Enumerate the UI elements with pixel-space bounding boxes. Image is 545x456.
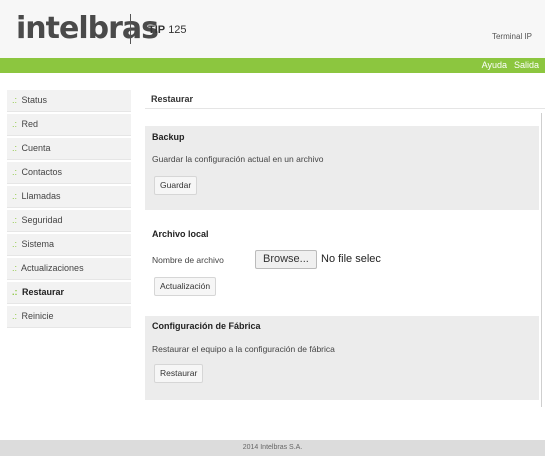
sidebar-item-cuenta[interactable]: .: Cuenta bbox=[7, 138, 131, 160]
sidebar: .: Status .: Red .: Cuenta .: Contactos … bbox=[7, 90, 131, 330]
model-number: 125 bbox=[168, 24, 187, 36]
sidebar-item-red[interactable]: .: Red bbox=[7, 114, 131, 136]
intelbras-logo: intelbras bbox=[16, 11, 159, 46]
help-link[interactable]: Ayuda bbox=[482, 60, 507, 70]
sidebar-bullet: .: bbox=[12, 191, 18, 201]
sidebar-item-seguridad[interactable]: .: Seguridad bbox=[7, 210, 131, 232]
file-name-label: Nombre de archivo bbox=[152, 255, 224, 265]
sidebar-bullet: .: bbox=[12, 287, 18, 297]
sidebar-bullet: .: bbox=[12, 167, 18, 177]
top-links: Ayuda Salida bbox=[475, 60, 539, 70]
local-file-panel: Archivo local Nombre de archivo Browse..… bbox=[145, 222, 539, 304]
sidebar-item-label: Llamadas bbox=[21, 191, 61, 201]
model-prefix: TIP bbox=[148, 24, 166, 36]
sidebar-item-label: Restaurar bbox=[22, 287, 65, 297]
sidebar-item-label: Red bbox=[21, 119, 39, 129]
backup-title: Backup bbox=[152, 132, 185, 142]
sidebar-bullet: .: bbox=[12, 215, 18, 225]
save-button[interactable]: Guardar bbox=[154, 176, 198, 195]
backup-panel: Backup Guardar la configuración actual e… bbox=[145, 126, 539, 210]
browse-button[interactable]: Browse... bbox=[255, 250, 317, 269]
page-title: Restaurar bbox=[145, 90, 545, 109]
sidebar-bullet: .: bbox=[12, 119, 18, 129]
sidebar-item-label: Sistema bbox=[21, 239, 55, 249]
exit-link[interactable]: Salida bbox=[514, 60, 539, 70]
sidebar-item-status[interactable]: .: Status bbox=[7, 90, 131, 112]
backup-description: Guardar la configuración actual en un ar… bbox=[152, 154, 324, 164]
local-file-title: Archivo local bbox=[152, 229, 209, 239]
sidebar-bullet: .: bbox=[12, 263, 18, 273]
header: intelbras TIP 125 Terminal IP bbox=[0, 0, 545, 58]
top-nav-bar bbox=[0, 58, 545, 73]
factory-description: Restaurar el equipo a la configuración d… bbox=[152, 344, 335, 354]
sidebar-item-label: Status bbox=[21, 95, 48, 105]
sidebar-bullet: .: bbox=[12, 95, 18, 105]
sidebar-bullet: .: bbox=[12, 239, 18, 249]
logo-divider bbox=[130, 14, 131, 44]
sidebar-item-label: Seguridad bbox=[21, 215, 63, 225]
footer: 2014 Intelbras S.A. bbox=[0, 440, 545, 456]
sidebar-item-llamadas[interactable]: .: Llamadas bbox=[7, 186, 131, 208]
sidebar-item-reinicie[interactable]: .: Reinicie bbox=[7, 306, 131, 328]
sidebar-item-label: Reinicie bbox=[21, 311, 54, 321]
sidebar-item-contactos[interactable]: .: Contactos bbox=[7, 162, 131, 184]
model-name: TIP 125 bbox=[148, 24, 187, 36]
factory-panel: Configuración de Fábrica Restaurar el eq… bbox=[145, 316, 539, 400]
sidebar-bullet: .: bbox=[12, 143, 18, 153]
file-status-text: No file selec bbox=[321, 253, 381, 265]
content-border bbox=[541, 113, 542, 407]
factory-title: Configuración de Fábrica bbox=[152, 321, 261, 331]
device-type: Terminal IP bbox=[491, 32, 532, 41]
update-button[interactable]: Actualización bbox=[154, 277, 217, 296]
sidebar-item-restaurar[interactable]: .: Restaurar bbox=[7, 282, 131, 304]
sidebar-item-label: Contactos bbox=[21, 167, 63, 177]
sidebar-item-label: Actualizaciones bbox=[21, 263, 84, 273]
sidebar-item-sistema[interactable]: .: Sistema bbox=[7, 234, 131, 256]
sidebar-item-label: Cuenta bbox=[21, 143, 51, 153]
sidebar-bullet: .: bbox=[12, 311, 18, 321]
restore-button[interactable]: Restaurar bbox=[154, 364, 204, 383]
sidebar-item-actualizaciones[interactable]: .: Actualizaciones bbox=[7, 258, 131, 280]
